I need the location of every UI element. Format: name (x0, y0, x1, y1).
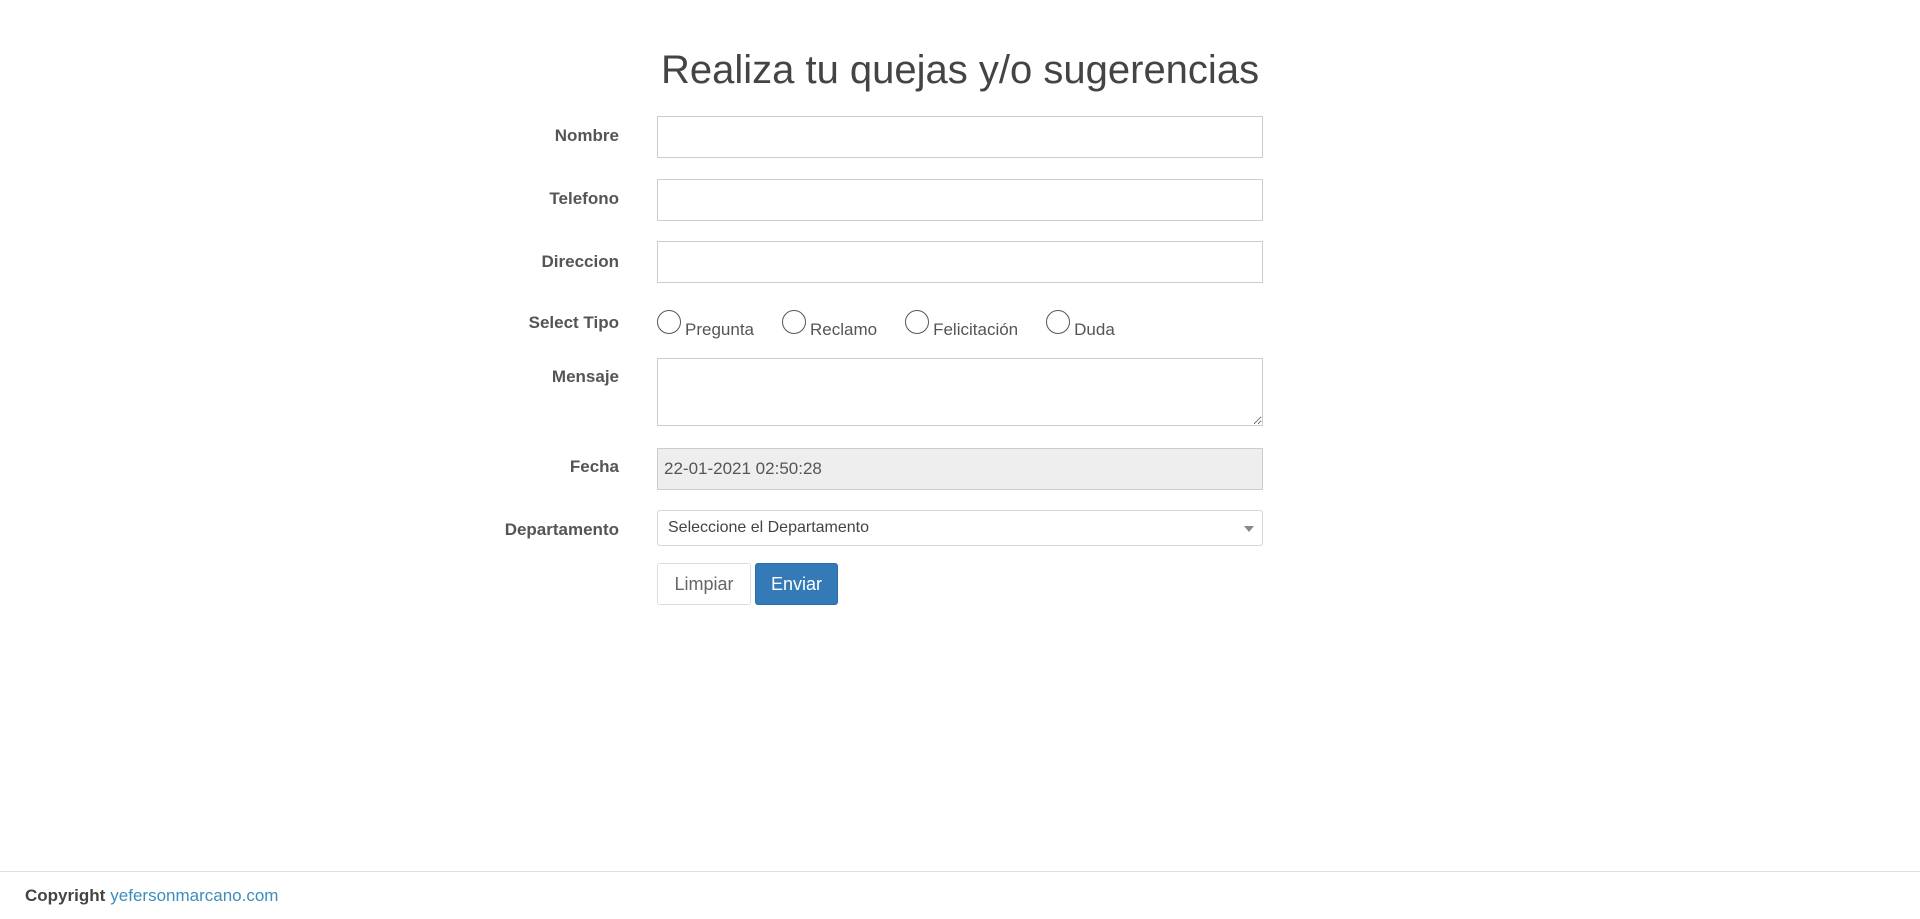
radio-button-felicitacion[interactable] (905, 310, 930, 334)
radio-label-reclamo: Reclamo (810, 320, 878, 339)
mensaje-textarea[interactable] (657, 358, 1263, 426)
telefono-label: Telefono (549, 189, 619, 208)
fecha-label: Fecha (569, 457, 619, 476)
reset-button[interactable]: Limpiar (657, 563, 751, 605)
footer-site-link[interactable]: yefersonmarcano.com (110, 886, 278, 906)
page-title-text: Realiza tu quejas y/o sugerencias (660, 48, 1260, 92)
radio-label-felicitacion: Felicitación (933, 320, 1019, 339)
radio-button-duda[interactable] (1046, 310, 1071, 334)
tipo-radio-group: Pregunta Reclamo Felicitación Duda (657, 304, 1143, 340)
radio-option-duda[interactable]: Duda (1046, 310, 1115, 339)
radio-label-pregunta: Pregunta (685, 320, 754, 339)
nombre-label: Nombre (554, 126, 619, 145)
chevron-down-icon (1244, 526, 1254, 532)
departamento-select[interactable]: Seleccione el Departamento (657, 510, 1263, 546)
footer: Copyright yefersonmarcano.com (0, 871, 1920, 919)
telefono-input[interactable] (657, 179, 1263, 221)
radio-option-reclamo[interactable]: Reclamo (782, 310, 877, 339)
page: Realiza tu quejas y/o sugerencias Nombre… (0, 0, 1920, 919)
page-title: Realiza tu quejas y/o sugerencias (0, 42, 1920, 98)
fecha-input (657, 448, 1263, 490)
radio-option-felicitacion[interactable]: Felicitación (905, 310, 1018, 339)
copyright-label: Copyright (25, 885, 106, 905)
radio-button-pregunta[interactable] (657, 310, 681, 334)
tipo-label: Select Tipo (528, 313, 619, 332)
radio-button-reclamo[interactable] (782, 310, 806, 334)
mensaje-label: Mensaje (551, 367, 619, 386)
radio-option-pregunta[interactable]: Pregunta (657, 310, 754, 339)
submit-button[interactable]: Enviar (755, 563, 838, 605)
direccion-input[interactable] (657, 241, 1263, 283)
direccion-label: Direccion (541, 252, 619, 271)
departamento-label: Departamento (504, 520, 619, 539)
radio-label-duda: Duda (1074, 320, 1115, 339)
departamento-selected-value: Seleccione el Departamento (668, 519, 870, 536)
nombre-input[interactable] (657, 116, 1263, 158)
